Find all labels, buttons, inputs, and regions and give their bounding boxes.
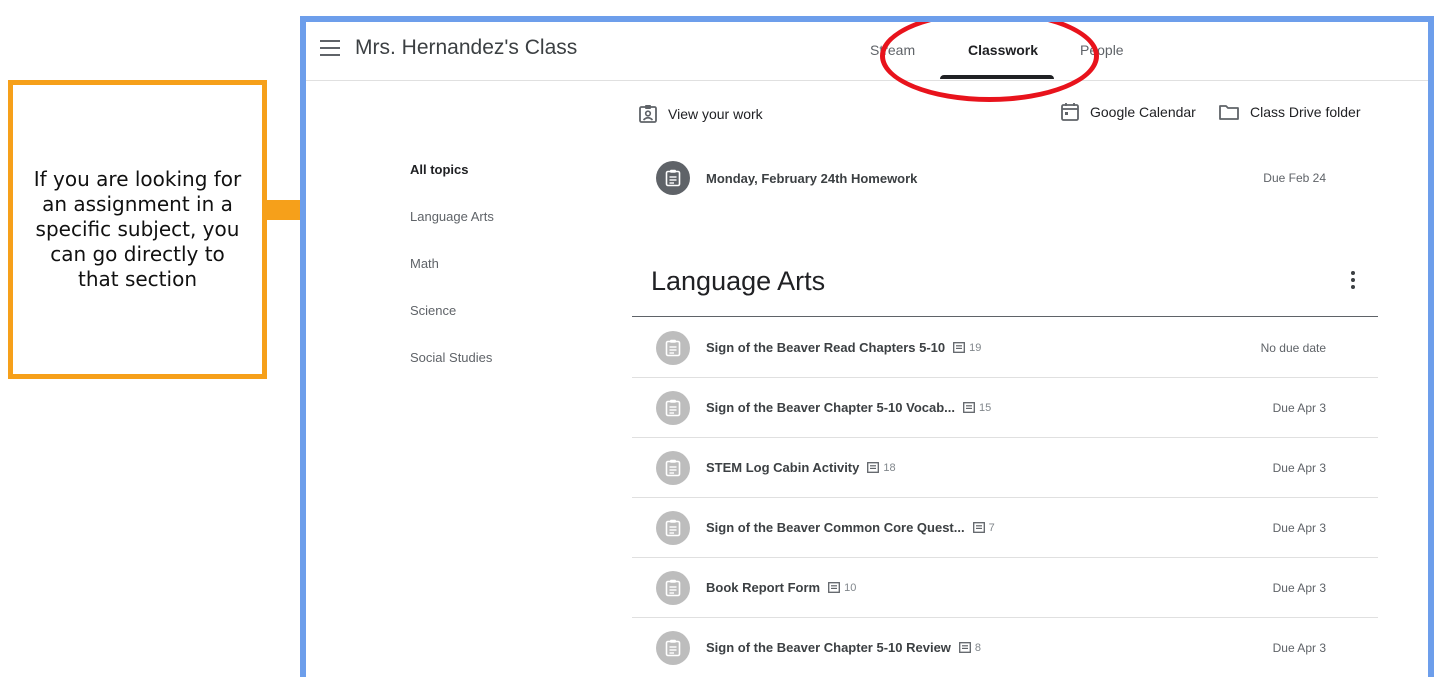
tab-people[interactable]: People — [1080, 42, 1124, 58]
class-drive-folder-link[interactable]: Class Drive folder — [1218, 102, 1360, 122]
topic-all-topics[interactable]: All topics — [410, 162, 494, 209]
topic-math[interactable]: Math — [410, 256, 494, 303]
comment-icon — [867, 462, 880, 473]
assignment-title: STEM Log Cabin Activity — [706, 460, 860, 475]
assignment-icon — [656, 330, 690, 365]
comment-count-value: 19 — [969, 341, 982, 354]
topic-science[interactable]: Science — [410, 303, 494, 350]
comment-count-value: 8 — [974, 641, 982, 654]
class-drive-folder-label: Class Drive folder — [1250, 104, 1361, 120]
assignment-due: Due Apr 3 — [1272, 580, 1326, 595]
comment-count: 18 — [867, 461, 896, 474]
active-tab-indicator — [940, 75, 1054, 79]
assignment-title: Sign of the Beaver Chapter 5-10 Vocab... — [706, 400, 955, 415]
view-your-work-link[interactable]: View your work — [638, 104, 763, 124]
assignment-icon — [656, 161, 690, 195]
topic-language-arts[interactable]: Language Arts — [410, 209, 494, 256]
assignment-row[interactable]: STEM Log Cabin Activity 18 Due Apr 3 — [632, 438, 1378, 498]
assignment-icon — [656, 630, 690, 665]
comment-count: 8 — [958, 641, 982, 654]
more-vert-icon[interactable] — [1343, 268, 1363, 292]
assignment-icon — [656, 390, 690, 425]
topic-list: All topics Language Arts Math Science So… — [410, 162, 494, 397]
classroom-window: Mrs. Hernandez's Class Stream Classwork … — [300, 16, 1434, 677]
assignment-row[interactable]: Sign of the Beaver Chapter 5-10 Review 8 D… — [632, 618, 1378, 677]
comment-icon — [972, 522, 985, 533]
google-calendar-label: Google Calendar — [1090, 104, 1196, 120]
folder-icon — [1219, 105, 1239, 120]
assignment-title: Book Report Form — [706, 580, 821, 595]
comment-count: 15 — [963, 402, 991, 414]
comment-icon — [958, 642, 971, 653]
comment-count-value: 18 — [883, 461, 896, 474]
comment-icon — [828, 582, 841, 593]
top-app-bar: Mrs. Hernandez's Class Stream Classwork … — [306, 22, 1428, 102]
assignment-row[interactable]: Book Report Form 10 Due Apr 3 — [632, 558, 1378, 618]
assignment-row[interactable]: Sign of the Beaver Common Core Quest... 7… — [632, 498, 1378, 558]
google-calendar-link[interactable]: Google Calendar — [1060, 102, 1196, 122]
comment-count: 19 — [953, 342, 981, 354]
comment-count-value: 7 — [988, 521, 995, 534]
assignment-row[interactable]: Sign of the Beaver Chapter 5-10 Vocab...… — [632, 378, 1378, 438]
assignment-icon — [656, 570, 690, 605]
assignment-row-pinned[interactable]: Monday, February 24th Homework Due Feb 2… — [632, 148, 1378, 208]
annotation-callout: If you are looking for an assignment in … — [8, 80, 267, 379]
comment-count: 10 — [828, 582, 856, 594]
assignment-title: Sign of the Beaver Chapter 5-10 Review — [706, 640, 951, 655]
section-title: Language Arts — [651, 266, 826, 296]
comment-count-value: 15 — [979, 401, 992, 414]
highlight-oval — [880, 22, 1099, 102]
comment-icon — [963, 402, 975, 413]
assignment-due: Due Apr 3 — [1272, 400, 1326, 415]
assignment-icon — [656, 510, 690, 545]
assignment-due: Due Apr 3 — [1272, 520, 1326, 535]
comment-icon — [953, 342, 966, 353]
tab-classwork[interactable]: Classwork — [968, 42, 1038, 58]
assignment-title: Sign of the Beaver Read Chapters 5-10 — [706, 340, 946, 355]
assignment-due: Due Apr 3 — [1272, 460, 1326, 475]
assignment-due: No due date — [1260, 340, 1326, 355]
tab-stream[interactable]: Stream — [870, 42, 915, 58]
class-title[interactable]: Mrs. Hernandez's Class — [355, 36, 577, 60]
hamburger-icon[interactable] — [320, 40, 340, 60]
assignment-due: Due Feb 24 — [1263, 171, 1326, 185]
assignment-title: Monday, February 24th Homework — [706, 170, 918, 186]
assignment-title: Sign of the Beaver Common Core Quest... — [706, 520, 965, 535]
topic-social-studies[interactable]: Social Studies — [410, 350, 494, 397]
comment-count: 7 — [972, 521, 995, 534]
calendar-icon — [1061, 103, 1079, 121]
section-divider — [632, 316, 1378, 317]
comment-count-value: 10 — [844, 581, 857, 594]
assignment-row[interactable]: Sign of the Beaver Read Chapters 5-10 19 N… — [632, 318, 1378, 378]
view-your-work-label: View your work — [668, 106, 763, 122]
assignment-icon — [656, 450, 690, 485]
callout-text: If you are looking for an assignment in … — [33, 167, 242, 291]
assignment-due: Due Apr 3 — [1272, 640, 1326, 655]
assignment-ind-icon — [639, 105, 657, 123]
